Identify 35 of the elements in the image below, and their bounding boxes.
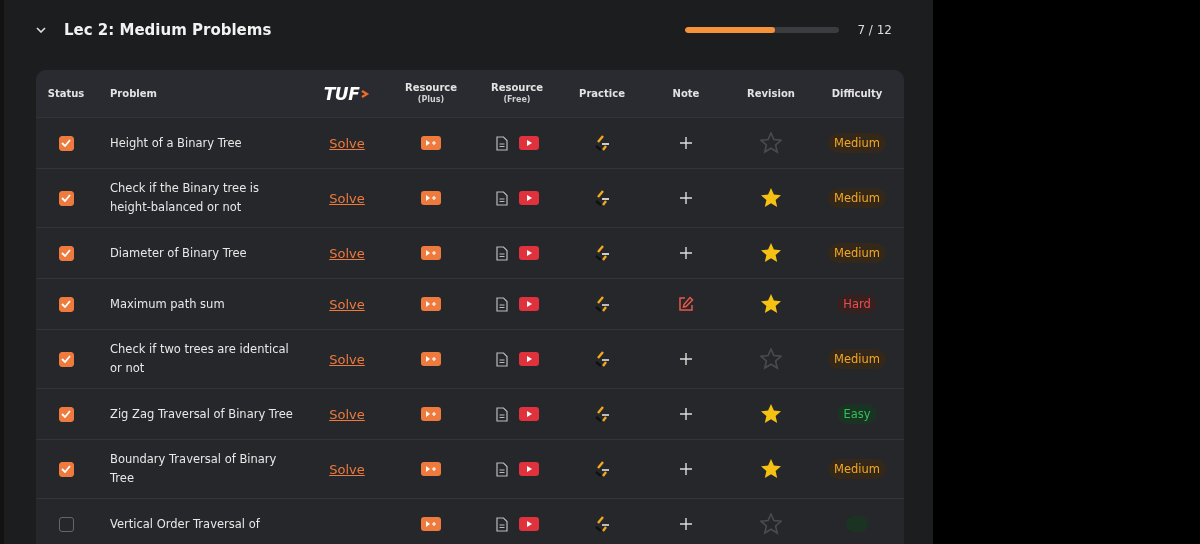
column-header: Difficulty	[831, 88, 883, 99]
problem-name: Height of a Binary Tree	[110, 134, 242, 152]
column-header: Note	[672, 88, 700, 99]
solve-link[interactable]: Solve	[329, 406, 365, 422]
problem-name: Diameter of Binary Tree	[110, 244, 247, 262]
difficulty-badge: Medium	[828, 349, 886, 369]
problem-name: Vertical Order Traversal of	[110, 515, 260, 533]
section-title: Lec 2: Medium Problems	[64, 21, 272, 39]
solve-link[interactable]: Solve	[329, 351, 365, 367]
column-header: Resource	[490, 81, 544, 94]
problem-name: Check if the Binary tree is height-balanced or not	[110, 180, 261, 216]
difficulty-badge: Hard	[837, 294, 877, 314]
solve-link[interactable]: Solve	[329, 245, 365, 261]
column-subheader: (Plus)	[417, 93, 445, 106]
column-header: Practice	[579, 88, 625, 99]
solve-link[interactable]: Solve	[329, 296, 365, 312]
solve-link[interactable]: Solve	[329, 461, 365, 477]
column-header: Status	[47, 88, 85, 99]
problem-name: Zig Zag Traversal of Binary Tree	[110, 405, 293, 423]
problem-name: Maximum path sum	[110, 295, 225, 313]
column-header: Revision	[747, 88, 795, 99]
difficulty-badge: Medium	[828, 133, 886, 153]
progress-count: 7 / 12	[857, 23, 892, 37]
column-header: Resource	[404, 81, 458, 94]
difficulty-badge: Easy	[837, 404, 877, 424]
difficulty-badge: Medium	[828, 188, 886, 208]
difficulty-badge: Medium	[828, 243, 886, 263]
problem-name: Check if two trees are identical or not	[110, 341, 290, 377]
difficulty-badge: Medium	[828, 459, 886, 479]
column-header: Problem	[110, 88, 157, 99]
solve-link[interactable]: Solve	[329, 135, 365, 151]
logo: TUF	[323, 83, 371, 104]
column-subheader: (Free)	[503, 93, 531, 106]
solve-link[interactable]: Solve	[329, 190, 365, 206]
problem-name: Boundary Traversal of Binary Tree	[110, 451, 278, 487]
